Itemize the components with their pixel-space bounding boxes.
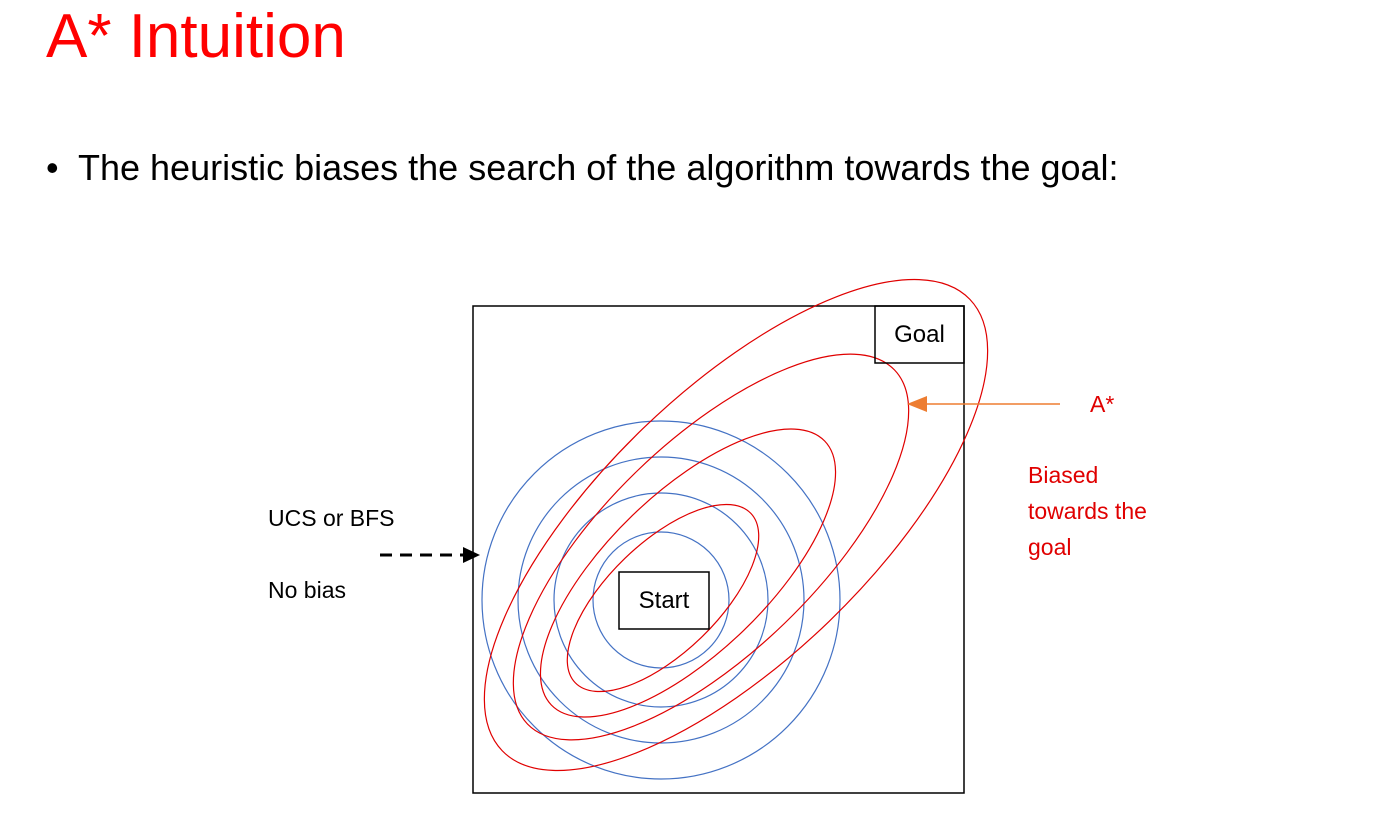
astar-label: A*	[1090, 391, 1115, 417]
biased-label-line-2: towards the	[1028, 498, 1147, 524]
no-bias-label: No bias	[268, 577, 346, 603]
ucs-bfs-label: UCS or BFS	[268, 505, 395, 531]
start-label: Start	[638, 587, 690, 614]
astar-arrow-head-icon	[907, 396, 927, 412]
search-space-frame	[472, 305, 965, 794]
search-diagram	[380, 278, 1060, 794]
biased-label-line-1: Biased	[1028, 462, 1099, 488]
bfs-arrow-head-icon	[463, 547, 480, 563]
goal-label: Goal	[894, 321, 945, 348]
biased-label-line-3: goal	[1028, 534, 1072, 560]
